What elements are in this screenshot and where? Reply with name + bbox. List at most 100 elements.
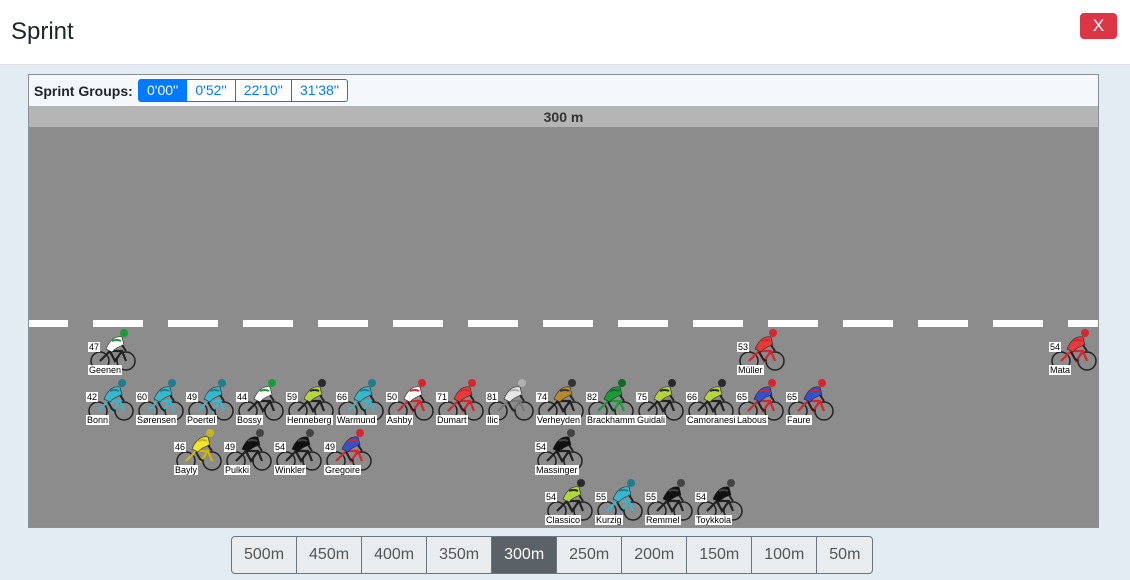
rider[interactable]: 42 Bonn: [86, 375, 136, 425]
sprint-group-button[interactable]: 0'52'': [186, 79, 236, 102]
rider-number: 54: [545, 492, 558, 502]
lane-dash: [618, 320, 668, 327]
rider-number: 66: [686, 392, 699, 402]
rider-number: 54: [535, 442, 548, 452]
rider[interactable]: 47 Geenen: [88, 325, 138, 375]
rider-number: 65: [786, 392, 799, 402]
modal-title: Sprint: [11, 18, 74, 45]
rider-name: Labous: [736, 415, 768, 425]
rider-number: 74: [536, 392, 549, 402]
rider-name: Bayly: [174, 465, 199, 475]
rider[interactable]: 71 Dumart: [436, 375, 486, 425]
distance-button[interactable]: 500m: [231, 536, 298, 574]
sprint-groups-bar: Sprint Groups: 0'00'' 0'52'' 22'10'' 31'…: [29, 75, 1098, 106]
distance-button[interactable]: 400m: [361, 536, 428, 574]
rider-number: 46: [174, 442, 187, 452]
rider[interactable]: 54 Toykkola: [695, 475, 745, 525]
rider-number: 75: [636, 392, 649, 402]
rider[interactable]: 60 Sørensen: [136, 375, 186, 425]
rider-name: Faure: [786, 415, 812, 425]
rider-number: 81: [486, 392, 499, 402]
rider[interactable]: 49 Gregoire: [324, 425, 374, 475]
rider-name: Verheyden: [536, 415, 582, 425]
rider[interactable]: 54 Classico: [545, 475, 595, 525]
rider[interactable]: 66 Warmund: [336, 375, 386, 425]
rider-number: 54: [1049, 342, 1062, 352]
rider-number: 55: [645, 492, 658, 502]
lane-dash: [168, 320, 218, 327]
rider-name: Sørensen: [136, 415, 178, 425]
rider-name: Winkler: [274, 465, 307, 475]
lane-dash: [993, 320, 1043, 327]
lane-dash: [843, 320, 893, 327]
rider-name: Ashby: [386, 415, 414, 425]
distance-button[interactable]: 250m: [556, 536, 623, 574]
sprint-group-button[interactable]: 0'00'': [138, 79, 188, 102]
sprint-groups-label: Sprint Groups:: [34, 83, 133, 99]
rider-name: Guidali: [636, 415, 667, 425]
rider[interactable]: 54 Massinger: [535, 425, 585, 475]
distance-to-finish-label: 300 m: [29, 106, 1098, 127]
lane-dash: [29, 320, 68, 327]
rider-number: 55: [595, 492, 608, 502]
rider-number: 49: [224, 442, 237, 452]
distance-button[interactable]: 100m: [751, 536, 818, 574]
distance-button[interactable]: 150m: [686, 536, 753, 574]
distance-button[interactable]: 50m: [816, 536, 874, 574]
sprint-group-buttons: 0'00'' 0'52'' 22'10'' 31'38'': [138, 79, 349, 102]
rider[interactable]: 65 Faure: [786, 375, 836, 425]
lane-dash: [693, 320, 743, 327]
rider[interactable]: 59 Henneberg: [286, 375, 336, 425]
rider[interactable]: 50 Ashby: [386, 375, 436, 425]
distance-selector: 500m 450m 400m 350m 300m 250m 200m 150m …: [231, 536, 874, 574]
sprint-group-button[interactable]: 22'10'': [234, 79, 292, 102]
rider-name: Bonn: [86, 415, 110, 425]
rider-name: Brackhamm: [586, 415, 636, 425]
rider-name: Dumart: [436, 415, 468, 425]
modal-header: Sprint X: [0, 0, 1130, 65]
lane-dash: [243, 320, 293, 327]
close-button[interactable]: X: [1080, 13, 1117, 39]
rider-number: 47: [88, 342, 101, 352]
distance-button[interactable]: 300m: [491, 536, 558, 574]
road: 47 Geenen 53 Müller 54 Mata 42 Bonn 60 Sørensen 49…: [29, 127, 1098, 527]
distance-button[interactable]: 350m: [426, 536, 493, 574]
rider-name: Mata: [1049, 365, 1072, 375]
lane-dash: [318, 320, 368, 327]
rider-number: 54: [695, 492, 708, 502]
rider[interactable]: 74 Verheyden: [536, 375, 586, 425]
rider[interactable]: 81 Ilic: [486, 375, 536, 425]
rider[interactable]: 65 Labous: [736, 375, 786, 425]
rider[interactable]: 55 Kurzig: [595, 475, 645, 525]
rider[interactable]: 44 Bossy: [236, 375, 286, 425]
distance-button[interactable]: 200m: [621, 536, 688, 574]
rider[interactable]: 66 Camoranesi: [686, 375, 736, 425]
rider-name: Bossy: [236, 415, 263, 425]
rider[interactable]: 54 Winkler: [274, 425, 324, 475]
rider[interactable]: 55 Remmel: [645, 475, 695, 525]
sprint-group-button[interactable]: 31'38'': [290, 79, 349, 102]
rider[interactable]: 49 Pulkki: [224, 425, 274, 475]
lane-dash: [468, 320, 518, 327]
rider-number: 60: [136, 392, 149, 402]
rider-name: Geenen: [88, 365, 123, 375]
sprint-panel: Sprint Groups: 0'00'' 0'52'' 22'10'' 31'…: [28, 74, 1099, 528]
rider-name: Kurzig: [595, 515, 623, 525]
rider[interactable]: 54 Mata: [1049, 325, 1098, 375]
rider-name: Classico: [545, 515, 582, 525]
rider[interactable]: 75 Guidali: [636, 375, 686, 425]
rider[interactable]: 53 Müller: [737, 325, 787, 375]
rider-number: 59: [286, 392, 299, 402]
lane-dash: [543, 320, 593, 327]
rider[interactable]: 46 Bayly: [174, 425, 224, 475]
rider[interactable]: 49 Poertel: [186, 375, 236, 425]
distance-button[interactable]: 450m: [296, 536, 363, 574]
rider-number: 49: [186, 392, 199, 402]
rider[interactable]: 82 Brackhamm: [586, 375, 636, 425]
lane-dash: [393, 320, 443, 327]
rider-name: Pulkki: [224, 465, 251, 475]
rider-number: 66: [336, 392, 349, 402]
rider-number: 53: [737, 342, 750, 352]
rider-name: Remmel: [645, 515, 681, 525]
rider-name: Warmund: [336, 415, 377, 425]
